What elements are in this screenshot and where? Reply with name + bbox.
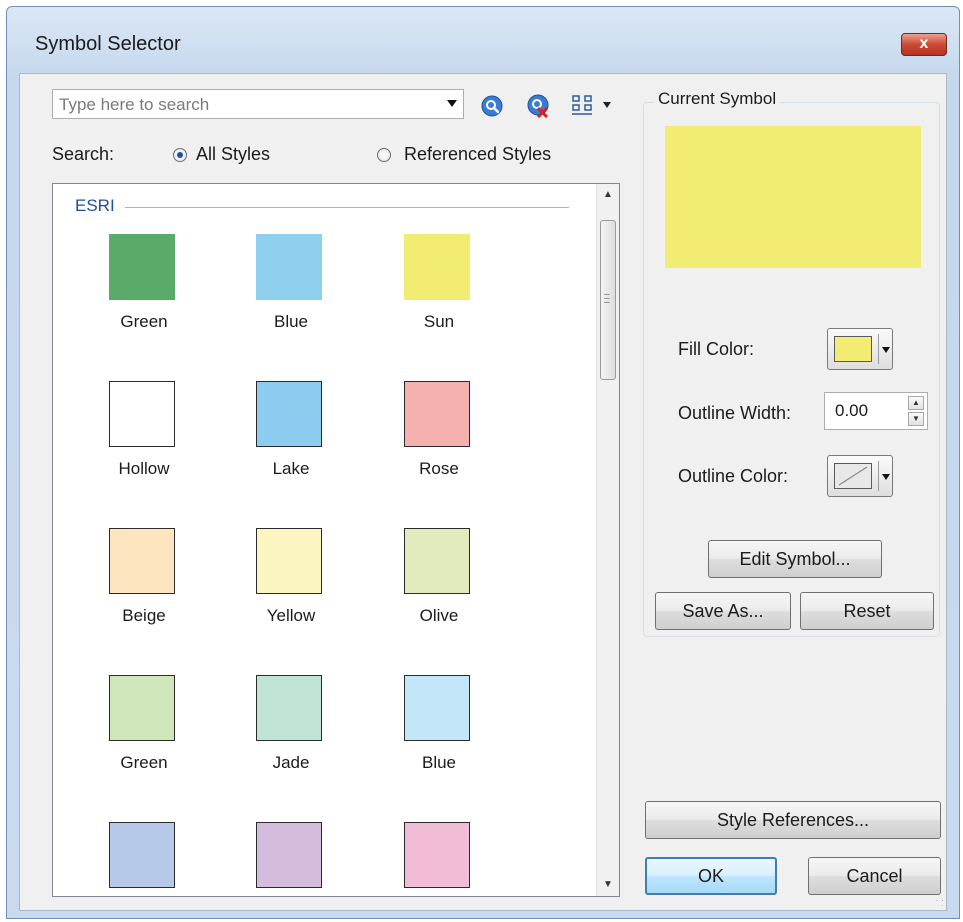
symbol-label: Olive [419, 606, 459, 625]
symbol-swatch [256, 234, 322, 300]
symbol-swatch [404, 234, 470, 300]
symbol-swatch [256, 822, 322, 888]
symbol-swatch [404, 528, 470, 594]
outline-width-stepper[interactable]: ▲ ▼ [824, 392, 928, 430]
symbol-item[interactable] [226, 822, 356, 896]
all-styles-radio[interactable] [173, 148, 187, 162]
fill-color-label: Fill Color: [678, 339, 755, 359]
edit-symbol-button[interactable]: Edit Symbol... [708, 540, 882, 578]
referenced-styles-label[interactable]: Referenced Styles [404, 144, 551, 165]
style-group-title: ESRI [75, 196, 115, 215]
symbol-swatch [404, 675, 470, 741]
symbol-item[interactable]: Green [79, 675, 209, 795]
current-symbol-title: Current Symbol [654, 89, 781, 109]
scroll-up-icon[interactable]: ▲ [597, 184, 619, 206]
symbol-item[interactable]: Blue [226, 234, 356, 354]
chevron-down-icon [882, 474, 890, 480]
symbol-swatch [109, 234, 175, 300]
symbol-label: Blue [273, 312, 309, 331]
symbol-item[interactable]: Olive [374, 528, 504, 648]
spin-up-icon[interactable]: ▲ [908, 396, 924, 410]
gradient-line-icon [838, 466, 868, 486]
view-options-icon[interactable] [571, 94, 619, 118]
symbol-item[interactable]: Hollow [79, 381, 209, 501]
symbol-item[interactable] [374, 822, 504, 896]
fill-color-button[interactable] [827, 328, 893, 370]
symbol-item[interactable]: Jade [226, 675, 356, 795]
split-divider [878, 334, 879, 364]
outline-color-swatch [834, 463, 872, 489]
reset-button[interactable]: Reset [800, 592, 934, 630]
symbol-swatch [109, 528, 175, 594]
symbol-label: Lake [272, 459, 310, 478]
symbol-swatch [256, 675, 322, 741]
save-as-button[interactable]: Save As... [655, 592, 791, 630]
symbol-label: Rose [419, 459, 459, 478]
gallery-scrollbar[interactable]: ▲ – – – ▼ [596, 184, 619, 896]
fill-color-swatch [834, 336, 872, 362]
symbol-swatch [109, 675, 175, 741]
search-scope-label: Search: [52, 144, 115, 164]
symbol-item[interactable]: Sun [374, 234, 504, 354]
outline-width-label: Outline Width: [678, 403, 792, 423]
symbol-swatch [256, 528, 322, 594]
all-styles-label[interactable]: All Styles [196, 144, 270, 165]
scrollbar-thumb[interactable]: – – – [600, 220, 616, 380]
current-symbol-preview [665, 126, 921, 268]
symbol-label: Sun [423, 312, 455, 331]
grip-icon: – – – [604, 289, 610, 308]
symbol-item[interactable]: Yellow [226, 528, 356, 648]
current-symbol-group: Current Symbol Fill Color: Outline Width… [643, 89, 940, 637]
symbol-gallery[interactable]: ESRI Green Blue Sun Hollow Lake Rose Beige Yell… [52, 183, 620, 897]
symbol-item[interactable]: Green [79, 234, 209, 354]
cancel-button[interactable]: Cancel [808, 857, 941, 895]
symbol-item[interactable] [79, 822, 209, 896]
symbol-swatch [109, 822, 175, 888]
search-icon[interactable] [480, 94, 504, 118]
chevron-down-icon [882, 347, 890, 353]
search-combobox[interactable] [52, 89, 464, 119]
symbol-label: Green [120, 753, 168, 772]
style-group-divider [125, 207, 569, 208]
symbol-label: Jade [272, 753, 310, 772]
symbol-label: Beige [122, 606, 166, 625]
symbol-label: Hollow [118, 459, 170, 478]
symbol-item[interactable]: Lake [226, 381, 356, 501]
outline-color-label: Outline Color: [678, 466, 789, 486]
symbol-item[interactable]: Blue [374, 675, 504, 795]
search-dropdown-arrow-icon[interactable] [447, 100, 457, 107]
symbol-swatch [404, 822, 470, 888]
scroll-down-icon[interactable]: ▼ [597, 874, 619, 896]
outline-color-button[interactable] [827, 455, 893, 497]
referenced-styles-radio[interactable] [377, 148, 391, 162]
window-title: Symbol Selector [35, 33, 181, 55]
ok-button[interactable]: OK [645, 857, 777, 895]
symbol-label: Yellow [266, 606, 316, 625]
symbol-item[interactable]: Rose [374, 381, 504, 501]
symbol-label: Green [120, 312, 168, 331]
search-input[interactable] [57, 93, 431, 117]
outline-width-input[interactable] [833, 400, 899, 422]
symbol-swatch [109, 381, 175, 447]
dialog-body: Search: All Styles Referenced Styles ESR… [19, 73, 947, 911]
style-references-button[interactable]: Style References... [645, 801, 941, 839]
symbol-item[interactable]: Beige [79, 528, 209, 648]
symbol-swatch [256, 381, 322, 447]
symbol-swatch [404, 381, 470, 447]
symbol-label: Blue [421, 753, 457, 772]
title-bar[interactable]: Symbol Selector x [7, 7, 959, 71]
clear-search-icon[interactable] [526, 94, 550, 118]
split-divider [878, 461, 879, 491]
spin-down-icon[interactable]: ▼ [908, 412, 924, 426]
close-button[interactable]: x [901, 33, 947, 56]
symbol-selector-dialog: Symbol Selector x Search: [6, 6, 960, 919]
resize-grip-icon[interactable]: · · · [936, 896, 945, 910]
